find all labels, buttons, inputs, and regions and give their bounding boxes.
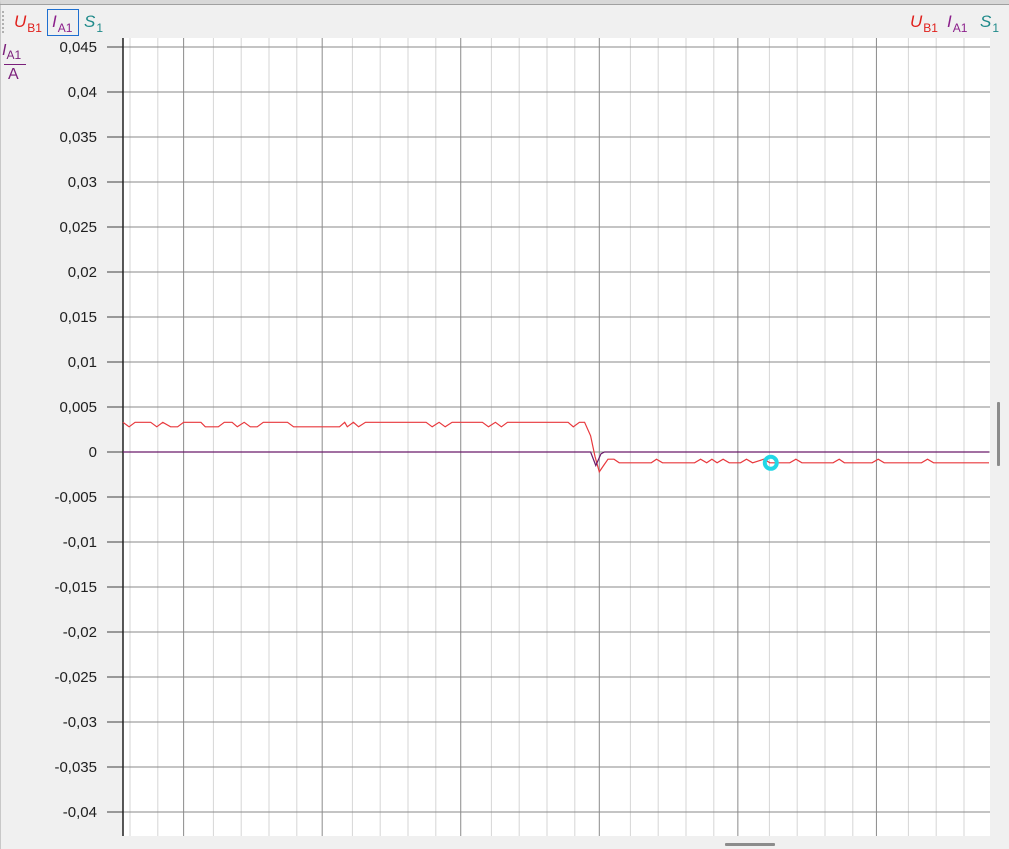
y-tick-label: 0: [89, 444, 97, 461]
y-tick-label: 0,005: [59, 399, 97, 416]
y-tick-label: 0,02: [68, 264, 97, 281]
y-tick-label: -0,005: [54, 489, 97, 506]
y-tick-label: -0,01: [63, 534, 97, 551]
y-tick-label: 0,045: [59, 39, 97, 56]
y-tick-label: -0,035: [54, 759, 97, 776]
horizontal-scrollbar-thumb[interactable]: [725, 843, 775, 846]
y-tick-label: 0,01: [68, 354, 97, 371]
plot-area: [123, 38, 990, 836]
y-tick-label: -0,04: [63, 804, 97, 821]
y-tick-label: 0,025: [59, 219, 97, 236]
line-chart[interactable]: 0,045 0,04 0,035 0,03 0,025 0,02 0,015 0,01 0,00…: [0, 0, 1009, 849]
y-tick-label: -0,03: [63, 714, 97, 731]
y-tick-label: 0,015: [59, 309, 97, 326]
y-tick-label: -0,025: [54, 669, 97, 686]
y-tick-label: -0,02: [63, 624, 97, 641]
vertical-scrollbar-thumb[interactable]: [997, 402, 1000, 466]
y-tick-label: 0,04: [68, 84, 97, 101]
y-tick-label: 0,03: [68, 174, 97, 191]
y-tick-label: -0,015: [54, 579, 97, 596]
y-tick-label: 0,035: [59, 129, 97, 146]
